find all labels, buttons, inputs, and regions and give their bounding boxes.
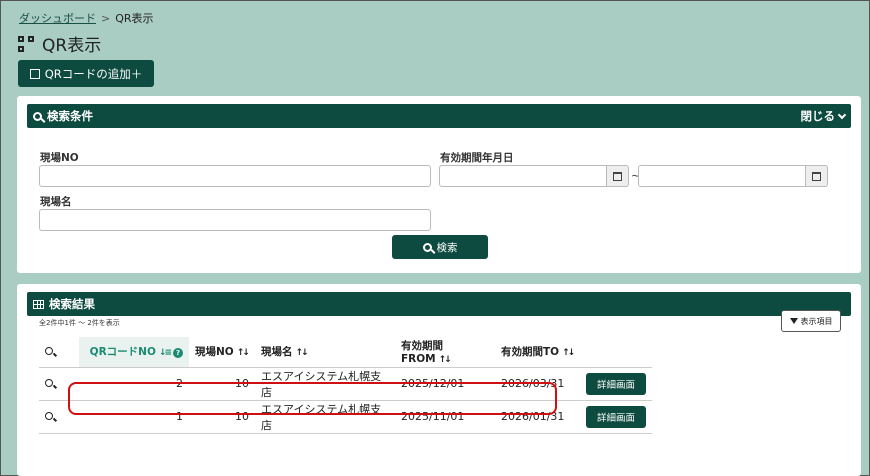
action-column-header: [580, 337, 652, 367]
results-panel-header: 検索結果: [27, 292, 851, 316]
action-cell: 詳細画面: [580, 366, 652, 400]
period-label: 有効期間年月日: [440, 152, 514, 164]
close-label: 閉じる: [800, 109, 836, 123]
zoom-cell[interactable]: [39, 399, 79, 434]
zoom-icon: [45, 346, 53, 355]
date-from-calendar-button[interactable]: [607, 165, 629, 187]
column-header-qr-no[interactable]: QRコードNO ↓≡?: [79, 337, 189, 367]
zoom-in-icon[interactable]: [45, 379, 53, 387]
period-to-cell: 2026/01/31: [495, 399, 580, 434]
sort-icon: ↑↓: [295, 348, 309, 359]
sort-desc-icon: ↓≡: [158, 348, 172, 359]
date-to-calendar-button[interactable]: [806, 165, 828, 187]
column-header-site-no[interactable]: 現場NO ↑↓: [189, 337, 255, 367]
zoom-cell[interactable]: [39, 366, 79, 400]
results-panel-title: 検索結果: [49, 297, 95, 311]
table-icon: [33, 299, 44, 309]
search-icon: [33, 111, 42, 121]
page-title: QR表示: [18, 31, 101, 56]
zoom-in-icon[interactable]: [45, 412, 53, 420]
column-header-period-from[interactable]: 有効期間FROM ↑↓: [395, 337, 495, 367]
site-name-input[interactable]: [39, 209, 431, 231]
search-panel-header[interactable]: 検索条件 閉じる: [27, 104, 851, 128]
column-label: 有効期間FROM: [401, 340, 443, 366]
search-button[interactable]: 検索: [392, 235, 488, 259]
column-header-site-name[interactable]: 現場名 ↑↓: [255, 337, 395, 367]
add-qr-code-button[interactable]: QRコードの追加＋: [18, 60, 154, 87]
search-panel: 検索条件 閉じる 現場NO 現場名 有効期間年月日 ~ 検索: [17, 96, 861, 273]
breadcrumb-separator: >: [101, 11, 111, 25]
calendar-icon: [812, 171, 821, 181]
sort-icon: ↑↓: [236, 348, 250, 359]
search-icon: [422, 242, 432, 252]
add-qr-code-label: QRコードの追加＋: [44, 66, 143, 81]
table-row: 1 10 エスアイシステム札幌支店 2025/11/01 2026/01/31 …: [39, 399, 652, 434]
display-items-label: 表示項目: [800, 316, 833, 326]
page-title-text: QR表示: [42, 36, 102, 56]
breadcrumb-current: QR表示: [115, 12, 154, 25]
result-count: 全2件中1件 ～ 2件を表示: [39, 319, 120, 327]
results-table: QRコードNO ↓≡? 現場NO ↑↓ 現場名 ↑↓ 有効期間FROM ↑↓ 有効期間T…: [39, 337, 652, 434]
qr-code-icon: [18, 35, 34, 52]
column-label: QRコードNO: [89, 346, 156, 359]
site-no-label: 現場NO: [40, 152, 79, 164]
help-icon[interactable]: ?: [173, 348, 183, 359]
edit-icon: [29, 68, 40, 79]
site-name-label: 現場名: [40, 196, 72, 208]
table-row: 2 10 エスアイシステム札幌支店 2025/12/01 2026/03/31 …: [39, 366, 652, 400]
search-panel-title: 検索条件: [47, 109, 93, 123]
chevron-down-icon: [837, 110, 847, 119]
site-no-cell: 10: [189, 399, 255, 434]
site-name-cell: エスアイシステム札幌支店: [255, 366, 395, 400]
date-to-input[interactable]: [638, 165, 806, 187]
calendar-icon: [613, 171, 622, 181]
column-label: 現場名: [261, 346, 293, 359]
results-panel: 検索結果 全2件中1件 ～ 2件を表示 表示項目 QRコードNO ↓≡? 現場NO…: [17, 284, 861, 476]
date-from-input[interactable]: [439, 165, 607, 187]
display-items-button[interactable]: 表示項目: [781, 310, 841, 332]
detail-button[interactable]: 詳細画面: [586, 405, 646, 428]
qr-no-cell: 1: [79, 399, 189, 434]
site-no-cell: 10: [189, 366, 255, 400]
filter-icon: [789, 318, 798, 324]
column-label: 有効期間TO: [501, 346, 560, 359]
table-header-row: QRコードNO ↓≡? 現場NO ↑↓ 現場名 ↑↓ 有効期間FROM ↑↓ 有効期間T…: [39, 337, 652, 367]
zoom-column-header: [39, 337, 79, 367]
sort-icon: ↑↓: [562, 348, 575, 359]
period-from-cell: 2025/11/01: [395, 399, 495, 434]
site-name-cell: エスアイシステム札幌支店: [255, 399, 395, 434]
breadcrumb-dashboard-link[interactable]: ダッシュボード: [19, 10, 96, 26]
period-from-cell: 2025/12/01: [395, 366, 495, 400]
qr-no-cell: 2: [79, 366, 189, 400]
search-button-label: 検索: [436, 241, 458, 254]
breadcrumb: ダッシュボード > QR表示: [19, 10, 154, 26]
sort-icon: ↑↓: [438, 355, 452, 366]
site-no-input[interactable]: [39, 165, 431, 187]
action-cell: 詳細画面: [580, 399, 652, 434]
period-to-cell: 2026/03/31: [495, 366, 580, 400]
close-toggle[interactable]: 閉じる: [800, 108, 847, 124]
column-label: 現場NO: [195, 346, 234, 359]
detail-button[interactable]: 詳細画面: [586, 372, 646, 395]
column-header-period-to[interactable]: 有効期間TO ↑↓: [495, 337, 580, 367]
